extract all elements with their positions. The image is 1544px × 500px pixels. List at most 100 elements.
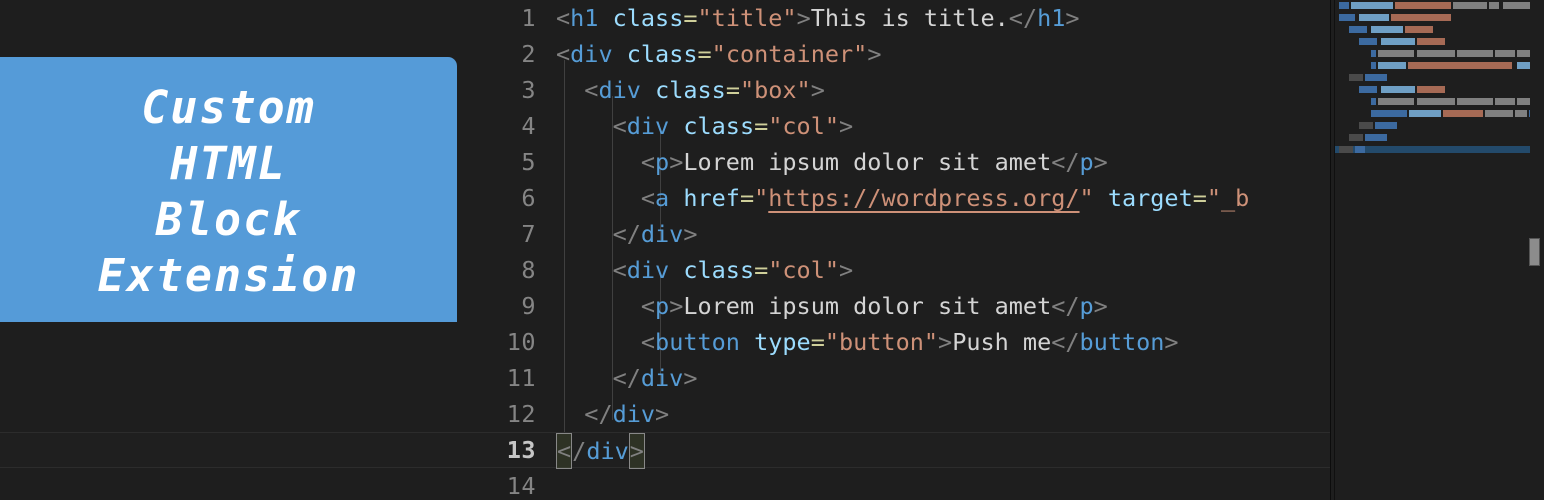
editor-minimap-divider [1330,0,1331,500]
line-number: 12 [506,400,536,428]
token-str: " [754,184,769,212]
line-content[interactable]: <p>Lorem ipsum dolor sit amet</p> [556,288,1108,324]
minimap-token [1395,2,1451,9]
minimap-row[interactable] [1335,158,1531,165]
code-line[interactable]: 14 [0,468,1330,500]
line-content[interactable]: <div class="col"> [556,252,854,288]
minimap-row[interactable] [1335,14,1531,21]
token-eq: = [754,256,769,284]
line-content[interactable]: </div> [556,360,698,396]
line-number: 9 [521,292,536,320]
token-punct: </ [1051,292,1080,320]
code-line[interactable]: 10 <button type="button">Push me</button… [0,324,1330,360]
code-line[interactable]: 12 </div> [0,396,1330,432]
minimap-token [1405,26,1433,33]
minimap-row[interactable] [1335,146,1531,153]
token-attr: class [626,40,698,68]
line-content[interactable]: <h1 class="title">This is title.</h1> [556,0,1080,36]
line-content[interactable]: <div class="container"> [556,36,881,72]
overlay-title-card: Custom HTML Block Extension [0,57,457,322]
token-punct: < [556,76,599,104]
line-number: 14 [506,472,536,500]
minimap-token [1485,110,1513,117]
token-punct: < [556,148,656,176]
overlay-line-4: Extension [97,248,360,302]
token-attr: target [1107,184,1193,212]
minimap-token [1378,98,1414,105]
token-attr: class [683,256,755,284]
token-punct: </ [1008,4,1038,32]
token-str: "col" [768,112,840,140]
token-eq: = [725,76,740,104]
token-punct: < [556,256,627,284]
line-content[interactable]: </div> [556,216,698,252]
token-tag: button [655,328,740,356]
token-tag: div [626,112,670,140]
line-content[interactable]: </div> [556,396,669,432]
token-tag: div [640,364,684,392]
minimap-row[interactable] [1335,62,1544,69]
minimap-token [1417,38,1445,45]
line-number: 13 [506,436,536,464]
line-content[interactable]: <div class="box"> [556,72,825,108]
token-text: Lorem ipsum dolor sit amet [683,148,1052,176]
token-punct: < [556,4,571,32]
code-line[interactable]: 13 </div> [0,432,1330,469]
line-content[interactable]: </div> [556,433,645,469]
minimap-token [1339,2,1349,9]
code-line[interactable]: 1 <h1 class="title">This is title.</h1> [0,0,1330,36]
overlay-line-2: HTML [170,136,287,190]
line-content[interactable]: <button type="button">Push me</button> [556,324,1179,360]
token-eq: = [810,328,825,356]
token-tag: p [1079,292,1094,320]
minimap-token [1457,50,1493,57]
minimap-token [1375,122,1397,129]
minimap-token [1371,26,1403,33]
code-line[interactable]: 11 </div> [0,360,1330,396]
token-tag: div [598,76,641,104]
token-punct: > [669,148,684,176]
token-attr: class [683,112,755,140]
minimap-token [1359,122,1373,129]
token-punct: > [1093,292,1108,320]
minimap-row[interactable] [1335,134,1531,141]
minimap-token [1349,74,1363,81]
minimap[interactable] [1334,0,1544,500]
token-str: "title" [697,4,797,32]
minimap-row[interactable] [1335,74,1531,81]
minimap-row[interactable] [1335,110,1544,117]
token-punct: > [669,292,684,320]
token-attr: type [754,328,811,356]
minimap-row[interactable] [1335,122,1531,129]
minimap-row[interactable] [1335,98,1544,105]
token-tag: div [640,220,684,248]
minimap-token [1391,14,1451,21]
minimap-token [1378,62,1406,69]
line-content[interactable]: <a href="https://wordpress.org/" target=… [556,180,1249,216]
line-content[interactable]: <div class="col"> [556,108,854,144]
minimap-token [1349,134,1363,141]
token-eq: = [739,184,755,212]
token-str: "col" [768,256,840,284]
minimap-row[interactable] [1335,38,1531,45]
token-tag: p [1079,148,1094,176]
minimap-token [1417,50,1455,57]
minimap-token [1371,98,1376,105]
minimap-token [1495,50,1515,57]
token-tag: p [655,292,670,320]
vertical-scrollbar-thumb[interactable] [1529,238,1540,266]
minimap-token [1515,110,1527,117]
token-tag: h1 [570,4,599,32]
line-content[interactable]: <p>Lorem ipsum dolor sit amet</p> [556,144,1108,180]
token-eq: = [697,40,712,68]
minimap-row[interactable] [1335,50,1544,57]
token-tag: div [626,256,670,284]
minimap-row[interactable] [1335,2,1544,9]
minimap-row[interactable] [1335,86,1531,93]
minimap-row[interactable] [1335,26,1531,33]
